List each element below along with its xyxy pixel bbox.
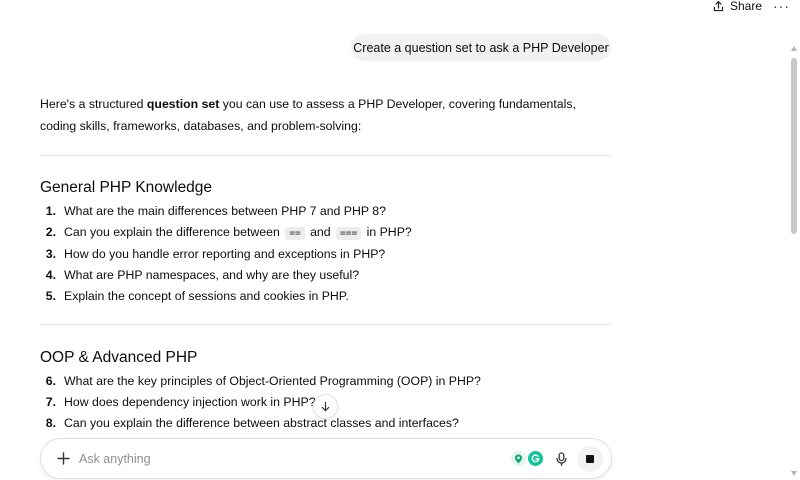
list-item-text-part: Can you explain the difference between <box>64 225 284 239</box>
arrow-down-icon <box>321 401 330 412</box>
section-title: OOP & Advanced PHP <box>40 349 198 366</box>
list-item-text-part: and <box>306 225 335 239</box>
list-item: 1. What are the main differences between… <box>40 201 412 222</box>
list-item-number: 5. <box>45 289 56 303</box>
list-item: 2. Can you explain the difference betwee… <box>40 222 412 244</box>
chat-input[interactable] <box>79 448 479 470</box>
list-item: 6. What are the key principles of Object… <box>40 371 481 392</box>
microphone-icon <box>555 452 567 466</box>
list-item-number: 7. <box>45 395 56 409</box>
list-item-text: Can you explain the difference between =… <box>64 222 412 244</box>
grammarly-icon[interactable] <box>528 451 543 466</box>
list-item-number: 4. <box>45 268 56 282</box>
intro-bold-text: question set <box>146 97 220 111</box>
intro-text-start: Here's a structured <box>40 97 147 111</box>
plus-icon <box>56 451 70 465</box>
user-message-bubble: Create a question set to ask a PHP Devel… <box>351 34 611 61</box>
list-item-number: 3. <box>45 247 56 261</box>
voice-input-button[interactable] <box>552 449 570 469</box>
question-list: 1. What are the main differences between… <box>40 201 412 307</box>
scroll-down-arrow-icon[interactable] <box>791 471 797 476</box>
list-item-text: How does dependency injection work in PH… <box>64 395 316 409</box>
list-item-text: What are the key principles of Object-Or… <box>64 374 481 388</box>
list-item: 7. How does dependency injection work in… <box>40 392 481 413</box>
top-bar: Share ··· <box>0 0 800 14</box>
share-icon <box>713 0 724 11</box>
list-item-number: 6. <box>45 374 56 388</box>
inline-code: == <box>285 227 305 240</box>
list-item-text: What are PHP namespaces, and why are the… <box>64 268 360 282</box>
share-label: Share <box>730 0 763 13</box>
list-item-text: Explain the concept of sessions and cook… <box>64 289 349 303</box>
scroll-up-arrow-icon[interactable] <box>791 46 797 51</box>
list-item: 4. What are PHP namespaces, and why are … <box>40 265 412 286</box>
stop-button[interactable] <box>577 446 603 472</box>
list-item-text-part: in PHP? <box>363 225 412 239</box>
scrollbar[interactable] <box>788 22 800 476</box>
more-options-button[interactable]: ··· <box>773 0 790 14</box>
list-item-number: 2. <box>45 225 56 239</box>
section-divider <box>40 324 611 325</box>
section-title: General PHP Knowledge <box>40 179 213 196</box>
list-item-text: What are the main differences between PH… <box>64 204 386 218</box>
more-icon: ··· <box>773 0 790 14</box>
share-button[interactable]: Share <box>712 0 762 13</box>
message-composer <box>40 438 612 479</box>
assistant-intro: Here's a structured question set you can… <box>40 94 600 137</box>
list-item-number: 1. <box>45 204 56 218</box>
user-message-text: Create a question set to ask a PHP Devel… <box>353 40 609 55</box>
scroll-to-bottom-button[interactable] <box>313 394 338 419</box>
stop-icon <box>586 455 594 463</box>
list-item: 3. How do you handle error reporting and… <box>40 244 412 265</box>
list-item: 5. Explain the concept of sessions and c… <box>40 286 412 307</box>
question-list: 6. What are the key principles of Object… <box>40 371 481 434</box>
extension-icons <box>511 451 543 466</box>
scroll-thumb[interactable] <box>791 58 797 234</box>
location-pin-icon[interactable] <box>511 451 526 466</box>
attach-button[interactable] <box>54 449 72 467</box>
section-divider <box>40 155 611 156</box>
inline-code: === <box>336 227 362 240</box>
list-item-text: How do you handle error reporting and ex… <box>64 247 386 261</box>
